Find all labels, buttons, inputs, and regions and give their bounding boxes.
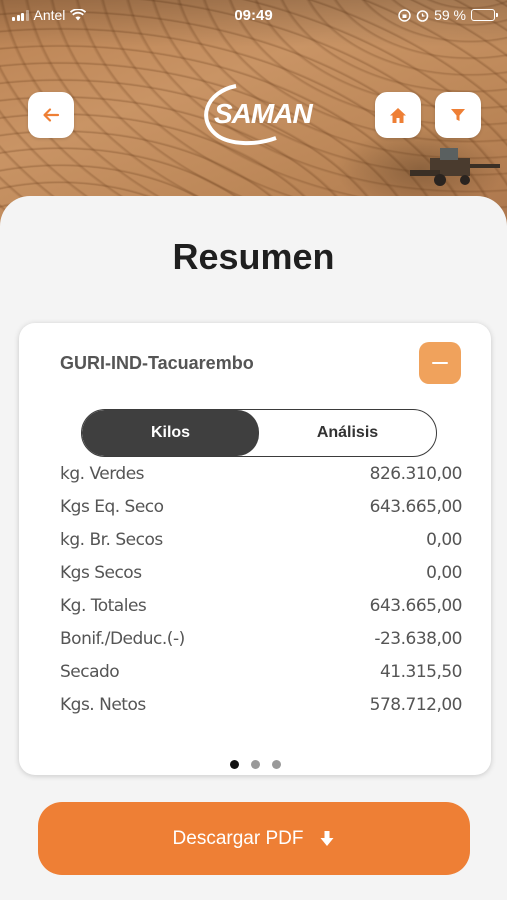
table-row: Kg. Totales 643.665,00 [60,589,463,622]
page-indicator [19,760,491,769]
carrier-label: Antel [33,7,66,23]
card-title: GURI-IND-Tacuarembo [60,353,254,373]
back-button[interactable] [28,92,74,138]
row-label: Secado [60,661,120,682]
content-sheet: Resumen GURI-IND-Tacuarembo Kilos Anális… [0,196,507,900]
arrow-left-icon [43,108,60,122]
row-value: 643.665,00 [369,496,463,517]
filter-icon [451,109,465,121]
battery-icon [471,9,498,21]
table-row: kg. Br. Secos 0,00 [60,523,462,556]
table-row: Kgs Secos 0,00 [60,556,462,589]
tab-kilos[interactable]: Kilos [82,410,259,456]
status-bar: Antel 09:49 59 % [0,0,507,30]
table-row: Kgs. Netos 578.712,00 [60,688,463,721]
status-time: 09:49 [234,6,273,24]
row-value: 578.712,00 [369,694,463,715]
signal-icon [12,9,29,21]
row-label: kg. Br. Secos [60,529,163,550]
page-title: Resumen [172,236,335,277]
row-value: 0,00 [426,562,462,583]
saman-logo: SAMAN [196,80,318,150]
home-icon [390,107,406,123]
row-value: -23.638,00 [374,628,462,649]
alarm-icon [416,9,429,22]
filter-button[interactable] [435,92,481,138]
row-label: Kgs Secos [60,562,142,583]
battery-percent: 59 % [434,7,466,23]
logo-text: SAMAN [214,98,313,129]
row-label: Kgs Eq. Seco [60,496,164,517]
arrow-down-icon [320,830,334,846]
minus-icon [432,361,448,365]
page-dot[interactable] [229,760,239,769]
row-label: Kg. Totales [60,595,147,616]
kilos-table: kg. Verdes 826.310,00 Kgs Eq. Seco 643.665… [60,457,463,721]
row-label: kg. Verdes [60,463,145,484]
page-dot[interactable] [271,760,281,769]
orientation-lock-icon [398,8,411,22]
page-dot[interactable] [250,760,260,769]
row-value: 0,00 [426,529,462,550]
tab-analisis[interactable]: Análisis [259,410,436,456]
segmented-control: Kilos Análisis [81,409,437,457]
table-row: Bonif./Deduc.(-) -23.638,00 [60,622,462,655]
download-label: Descargar PDF [172,827,304,849]
download-pdf-button[interactable]: Descargar PDF [38,802,470,875]
row-label: Kgs. Netos [60,694,146,715]
row-label: Bonif./Deduc.(-) [60,628,185,649]
summary-card: GURI-IND-Tacuarembo Kilos Análisis kg. V… [19,323,491,775]
row-value: 826.310,00 [369,463,463,484]
wifi-icon [70,9,87,21]
row-value: 643.665,00 [369,595,463,616]
home-button[interactable] [375,92,421,138]
harvester-image [410,148,500,186]
table-row: Secado 41.315,50 [60,655,463,688]
row-value: 41.315,50 [379,661,463,682]
collapse-button[interactable] [419,342,461,384]
table-row: Kgs Eq. Seco 643.665,00 [60,490,463,523]
table-row: kg. Verdes 826.310,00 [60,457,463,490]
